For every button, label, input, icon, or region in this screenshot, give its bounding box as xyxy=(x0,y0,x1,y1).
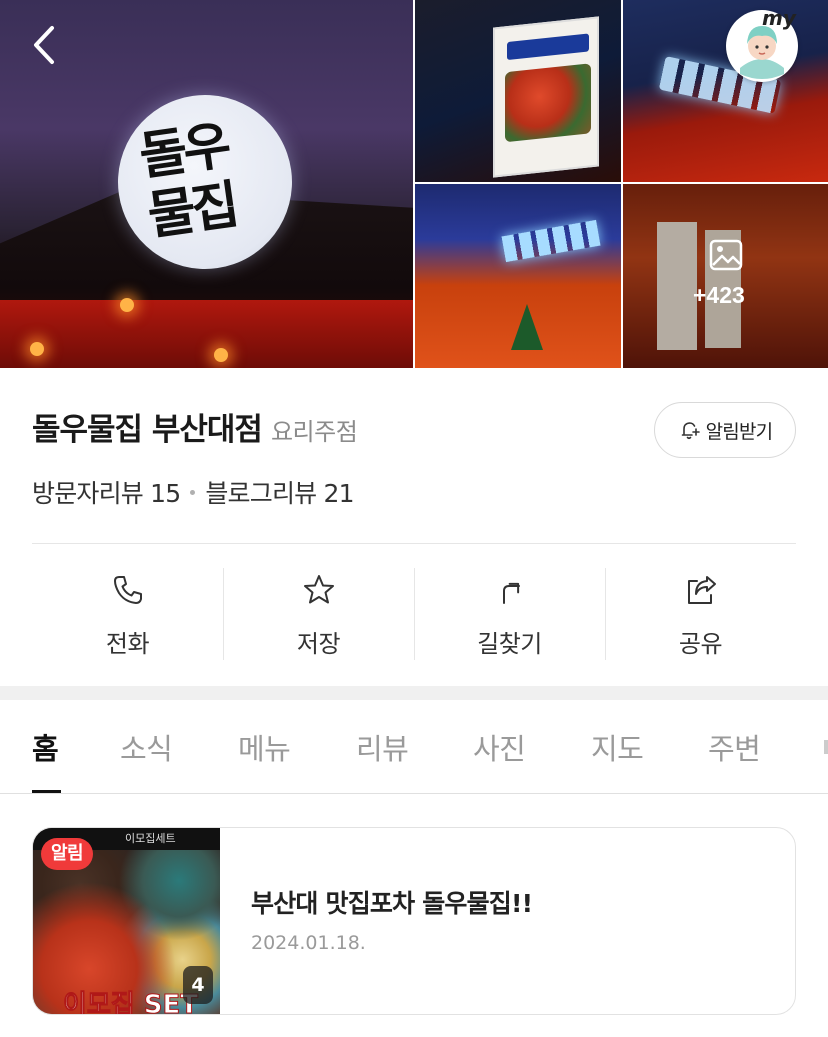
tab-map[interactable]: 지도 xyxy=(591,726,644,768)
place-category: 요리주점 xyxy=(270,418,358,446)
share-label: 공유 xyxy=(678,630,723,658)
call-button[interactable]: 전화 xyxy=(32,568,223,662)
alarm-subscribe-button[interactable]: 알림받기 xyxy=(654,402,796,458)
image-count-badge: 4 xyxy=(183,966,213,1004)
alert-badge: 알림 xyxy=(41,838,94,870)
place-title-row: 돌우물집 부산대점 요리주점 xyxy=(32,404,358,452)
place-name: 돌우물집 부산대점 xyxy=(32,412,263,448)
red-awning xyxy=(0,300,413,368)
save-button[interactable]: 저장 xyxy=(223,568,414,662)
share-icon xyxy=(687,576,716,604)
thumb-set-text: 이모집 SET xyxy=(62,990,199,1015)
menu-poster xyxy=(493,16,599,178)
store-sign-text: 돌우물집 xyxy=(135,115,240,247)
tab-photo[interactable]: 사진 xyxy=(473,726,526,768)
star-icon xyxy=(303,575,334,604)
visitor-review-link[interactable]: 방문자리뷰 15 xyxy=(32,474,181,510)
directions-arrow-icon xyxy=(502,582,520,604)
gallery-photo-interior[interactable] xyxy=(415,184,621,368)
active-tab-indicator xyxy=(32,790,61,793)
neon-sign xyxy=(501,219,601,263)
share-button[interactable]: 공유 xyxy=(605,568,796,662)
light-glow xyxy=(214,348,228,362)
christmas-tree xyxy=(511,304,543,350)
gallery-photo-more[interactable] xyxy=(623,184,828,368)
directions-button[interactable]: 길찾기 xyxy=(414,568,605,662)
review-summary: 방문자리뷰 15 블로그리뷰 21 xyxy=(32,474,355,510)
tab-nearby[interactable]: 주변 xyxy=(708,726,761,768)
action-bar: 전화 저장 길찾기 공유 xyxy=(32,568,796,662)
chevron-left-icon xyxy=(34,26,54,64)
my-label: my xyxy=(762,6,796,30)
alarm-subscribe-label: 알림받기 xyxy=(705,420,774,443)
photo-more-count[interactable]: +423 xyxy=(693,282,745,309)
blog-review-link[interactable]: 블로그리뷰 21 xyxy=(205,474,354,510)
divider xyxy=(32,543,796,544)
directions-label: 길찾기 xyxy=(477,630,542,658)
more-overlay xyxy=(623,184,828,368)
light-glow xyxy=(30,342,44,356)
back-button[interactable] xyxy=(26,22,66,68)
gallery-photo-poster[interactable] xyxy=(415,0,621,182)
tab-bar: 홈 소식 메뉴 리뷰 사진 지도 주변 xyxy=(0,700,828,794)
photo-gallery: 돌우물집 xyxy=(0,0,828,368)
save-label: 저장 xyxy=(296,630,341,658)
phone-icon xyxy=(113,576,142,604)
separator-dot xyxy=(190,489,196,495)
tab-home[interactable]: 홈 xyxy=(32,726,59,768)
call-label: 전화 xyxy=(105,630,150,658)
tab-overflow-hint xyxy=(824,740,828,754)
my-profile-button[interactable]: my xyxy=(726,6,798,82)
news-title: 부산대 맛집포차 돌우물집!! xyxy=(251,889,533,918)
tab-menu[interactable]: 메뉴 xyxy=(238,726,291,768)
tab-review[interactable]: 리뷰 xyxy=(356,726,409,768)
image-icon xyxy=(709,239,743,271)
tab-news[interactable]: 소식 xyxy=(120,726,173,768)
bell-plus-icon xyxy=(681,422,700,440)
news-card[interactable]: 이모집세트 이모집 SET 알림 4 부산대 맛집포차 돌우물집!! 2024.… xyxy=(32,827,796,1015)
news-thumbnail: 이모집세트 이모집 SET 알림 4 xyxy=(33,828,220,1015)
section-separator xyxy=(0,686,828,700)
light-glow xyxy=(120,298,134,312)
news-date: 2024.01.18. xyxy=(251,932,366,954)
